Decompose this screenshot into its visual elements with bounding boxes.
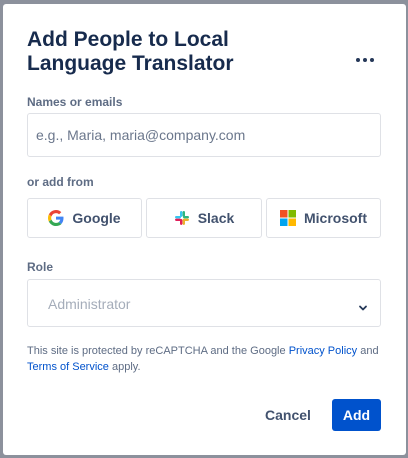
slack-icon	[174, 210, 190, 226]
names-label: Names or emails	[27, 95, 123, 109]
recaptcha-notice: This site is protected by reCAPTCHA and …	[27, 343, 383, 375]
role-label: Role	[27, 260, 54, 274]
notice-suffix: apply.	[108, 361, 141, 373]
google-button[interactable]: Google	[27, 198, 142, 238]
notice-middle: and	[357, 345, 379, 357]
role-select-value: Administrator	[48, 296, 131, 312]
google-icon	[48, 210, 64, 226]
notice-prefix: This site is protected by reCAPTCHA and …	[27, 345, 289, 357]
terms-of-service-link[interactable]: Terms of Service	[27, 361, 109, 373]
more-horizontal-icon	[356, 58, 374, 62]
more-options-button[interactable]	[351, 48, 379, 72]
privacy-policy-link[interactable]: Privacy Policy	[289, 345, 357, 357]
names-or-emails-input[interactable]	[27, 113, 381, 157]
microsoft-button[interactable]: Microsoft	[266, 198, 381, 238]
dialog-title: Add People to Local Language Translator	[27, 28, 234, 75]
slack-label: Slack	[197, 210, 235, 226]
add-button[interactable]: Add	[332, 399, 381, 431]
microsoft-label: Microsoft	[304, 210, 367, 226]
chevron-down-icon	[358, 299, 368, 317]
google-label: Google	[72, 210, 121, 226]
role-select[interactable]: Administrator	[27, 279, 381, 327]
add-from-label: or add from	[27, 175, 94, 189]
microsoft-icon	[280, 210, 296, 226]
cancel-button[interactable]: Cancel	[255, 399, 321, 431]
add-people-dialog: Add People to Local Language Translator …	[3, 4, 406, 455]
slack-button[interactable]: Slack	[146, 198, 262, 238]
